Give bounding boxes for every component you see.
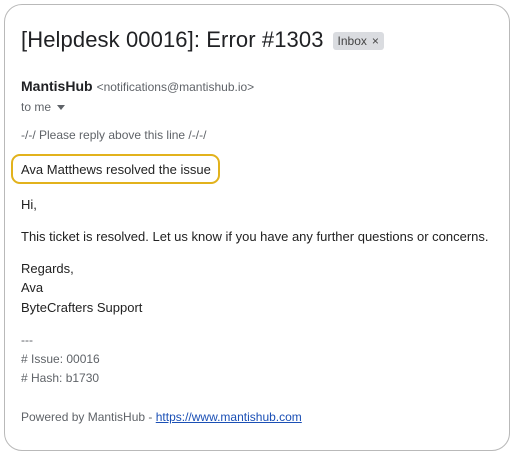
sender-email: <notifications@mantishub.io> xyxy=(96,80,255,94)
signer-name: Ava xyxy=(21,280,44,295)
separator: --- xyxy=(21,333,33,347)
message-text: This ticket is resolved. Let us know if … xyxy=(21,229,489,244)
footer: Powered by MantisHub - https://www.manti… xyxy=(21,410,302,424)
signer-team: ByteCrafters Support xyxy=(21,300,143,315)
close-icon[interactable]: × xyxy=(372,34,379,48)
reply-marker: -/-/ Please reply above this line /-/-/ xyxy=(21,128,207,142)
greeting: Hi, xyxy=(21,197,37,212)
recipient-label: to me xyxy=(21,100,52,114)
inbox-label-text: Inbox xyxy=(337,34,367,48)
recipient-details-toggle[interactable]: to me xyxy=(21,100,66,114)
footer-prefix: Powered by MantisHub - xyxy=(21,410,153,424)
email-card: [Helpdesk 00016]: Error #1303 Inbox × Ma… xyxy=(4,4,510,451)
chevron-down-icon[interactable] xyxy=(57,104,66,110)
inbox-label[interactable]: Inbox × xyxy=(332,32,384,50)
sender-row: MantisHub <notifications@mantishub.io> xyxy=(21,78,254,94)
sender-name: MantisHub xyxy=(21,78,93,94)
hash-id: # Hash: b1730 xyxy=(21,371,100,385)
footer-link[interactable]: https://www.mantishub.com xyxy=(156,410,302,424)
resolved-line: Ava Matthews resolved the issue xyxy=(21,162,211,177)
email-subject: [Helpdesk 00016]: Error #1303 xyxy=(21,27,324,52)
signoff: Regards, xyxy=(21,261,74,276)
subject-row: [Helpdesk 00016]: Error #1303 Inbox × xyxy=(21,27,384,53)
issue-id: # Issue: 00016 xyxy=(21,352,100,366)
